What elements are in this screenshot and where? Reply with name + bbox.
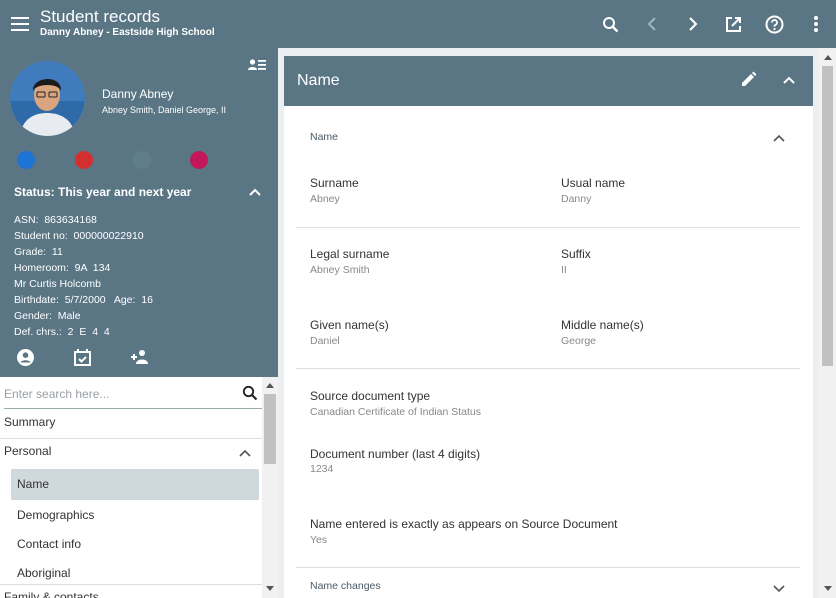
chevron-up-icon[interactable] bbox=[239, 447, 251, 461]
nav-item-contact-info[interactable]: Contact info bbox=[11, 531, 259, 557]
nav-item-name[interactable]: Name bbox=[11, 469, 259, 500]
left-panel: Danny Abney Abney Smith, Daniel George, … bbox=[0, 48, 278, 598]
nav-summary[interactable]: Summary bbox=[0, 413, 262, 439]
alert-dot-pink[interactable] bbox=[190, 151, 208, 169]
search-box bbox=[4, 385, 262, 409]
divider bbox=[296, 567, 800, 568]
exact-match-label: Name entered is exactly as appears on So… bbox=[310, 517, 618, 531]
section-name-changes-label: Name changes bbox=[310, 580, 381, 592]
chevron-right-icon[interactable] bbox=[672, 0, 713, 48]
info-def-chrs: Def. chrs.: 2 E 4 4 bbox=[14, 326, 110, 338]
status-title: Status: This year and next year bbox=[14, 185, 192, 199]
source-document-value: Canadian Certificate of Indian Status bbox=[310, 406, 482, 418]
student-info: ASN: 863634168 Student no: 000000022910 … bbox=[14, 212, 153, 340]
usual-name-label: Usual name bbox=[561, 176, 626, 190]
scroll-down-arrow[interactable] bbox=[266, 586, 274, 591]
more-vert-icon[interactable] bbox=[795, 0, 836, 48]
info-teacher: Mr Curtis Holcomb bbox=[14, 278, 101, 290]
help-icon[interactable] bbox=[754, 0, 795, 48]
scroll-up-arrow[interactable] bbox=[266, 383, 274, 388]
source-document-label: Source document type bbox=[310, 389, 431, 403]
given-names-label: Given name(s) bbox=[310, 318, 389, 332]
nav-scrollbar[interactable] bbox=[262, 377, 278, 598]
search-input[interactable] bbox=[4, 387, 229, 401]
appbar-actions bbox=[590, 0, 836, 48]
middle-names-label: Middle name(s) bbox=[561, 318, 644, 332]
open-in-new-icon[interactable] bbox=[713, 0, 754, 48]
legal-surname-label: Legal surname bbox=[310, 247, 390, 261]
alert-dot-red[interactable] bbox=[75, 151, 93, 169]
scroll-up-arrow[interactable] bbox=[824, 55, 832, 60]
suffix-label: Suffix bbox=[561, 247, 591, 261]
legal-surname-value: Abney Smith bbox=[310, 264, 370, 276]
menu-icon[interactable] bbox=[0, 0, 40, 48]
edit-icon[interactable] bbox=[740, 70, 758, 93]
contact-card-icon[interactable] bbox=[248, 58, 266, 76]
alert-dot-grey[interactable] bbox=[133, 151, 151, 169]
info-grade: Grade: 11 bbox=[14, 246, 63, 258]
chevron-up-icon[interactable] bbox=[773, 130, 785, 148]
app-titles: Student records Danny Abney - Eastside H… bbox=[40, 8, 215, 40]
card-header: Name bbox=[284, 56, 813, 106]
search-icon[interactable] bbox=[242, 385, 258, 406]
scroll-thumb[interactable] bbox=[264, 394, 276, 464]
scroll-down-arrow[interactable] bbox=[824, 586, 832, 591]
surname-value: Abney bbox=[310, 193, 340, 205]
info-asn: ASN: 863634168 bbox=[14, 214, 97, 226]
profile-actions bbox=[16, 348, 187, 372]
info-student-no: Student no: 000000022910 bbox=[14, 230, 144, 242]
nav-item-demographics[interactable]: Demographics bbox=[11, 502, 259, 528]
nav-panel: Summary Personal Name Demographics Conta… bbox=[0, 377, 262, 598]
section-name-label: Name bbox=[310, 131, 339, 143]
nav-personal[interactable]: Personal bbox=[0, 443, 262, 467]
calendar-check-icon[interactable] bbox=[73, 348, 130, 372]
app-bar: Student records Danny Abney - Eastside H… bbox=[0, 0, 836, 48]
middle-names-value: George bbox=[561, 335, 597, 347]
info-birthdate: Birthdate: 5/7/2000 Age: 16 bbox=[14, 294, 153, 306]
suffix-value: II bbox=[561, 264, 567, 276]
chevron-up-icon[interactable] bbox=[782, 70, 796, 95]
divider bbox=[296, 227, 800, 228]
chevron-up-icon[interactable] bbox=[248, 184, 262, 202]
account-circle-icon[interactable] bbox=[16, 348, 73, 372]
exact-match-value: Yes bbox=[310, 534, 328, 546]
divider bbox=[296, 368, 800, 369]
document-number-label: Document number (last 4 digits) bbox=[310, 447, 481, 461]
search-icon[interactable] bbox=[590, 0, 631, 48]
nav-personal-label: Personal bbox=[4, 444, 52, 458]
name-card: Name Name Surname Abney Usual name Danny… bbox=[284, 56, 813, 598]
given-names-value: Daniel bbox=[310, 335, 340, 347]
group-add-icon[interactable] bbox=[130, 348, 187, 372]
main-scrollbar[interactable] bbox=[819, 48, 836, 598]
nav-item-aboriginal[interactable]: Aboriginal bbox=[11, 560, 259, 586]
alert-dot-blue[interactable] bbox=[17, 151, 35, 169]
document-number-value: 1234 bbox=[310, 463, 334, 475]
student-alias: Abney Smith, Daniel George, II bbox=[102, 105, 227, 115]
student-name: Danny Abney bbox=[102, 87, 174, 101]
student-profile: Danny Abney Abney Smith, Daniel George, … bbox=[0, 48, 278, 377]
chevron-down-icon[interactable] bbox=[773, 580, 785, 598]
card-title: Name bbox=[297, 72, 340, 89]
info-gender: Gender: Male bbox=[14, 310, 81, 322]
surname-label: Surname bbox=[310, 176, 359, 190]
app-title: Student records bbox=[40, 7, 161, 26]
scroll-thumb[interactable] bbox=[822, 66, 833, 366]
avatar bbox=[10, 61, 85, 136]
usual-name-value: Danny bbox=[561, 193, 592, 205]
nav-divider bbox=[0, 584, 262, 585]
chevron-left-icon[interactable] bbox=[631, 0, 672, 48]
app-subtitle: Danny Abney - Eastside High School bbox=[40, 27, 215, 38]
info-homeroom: Homeroom: 9A 134 bbox=[14, 262, 111, 274]
nav-family[interactable]: Family & contacts bbox=[0, 590, 262, 598]
